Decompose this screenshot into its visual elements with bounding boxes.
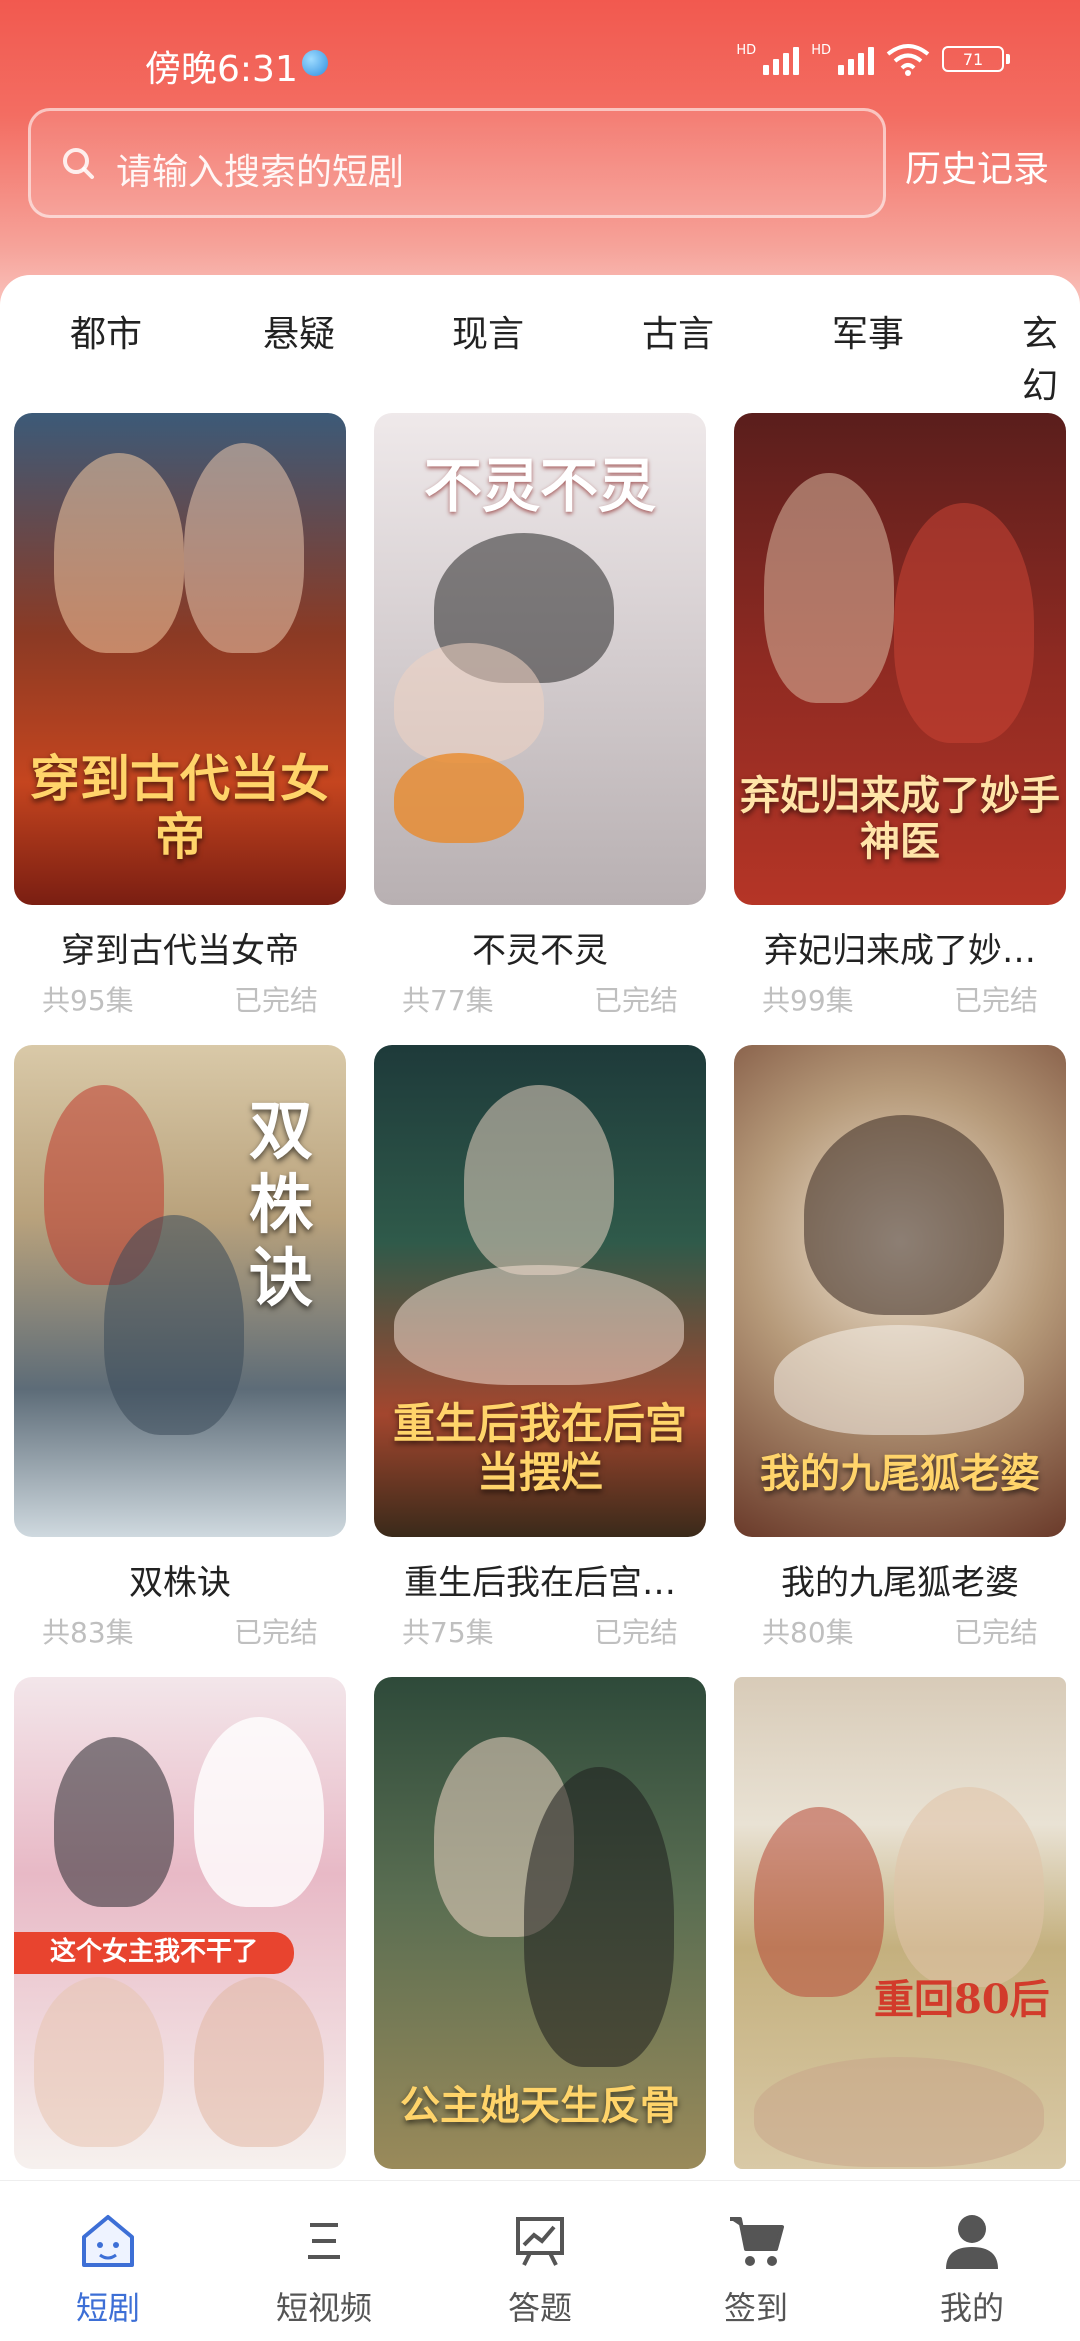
poster-title: 不灵不灵	[423, 452, 656, 520]
status-time: 傍晚6:31	[145, 49, 298, 90]
category-tabs: 都市 悬疑 现言 古言 军事 玄幻	[0, 305, 1080, 407]
nav-dati[interactable]: 答题	[460, 2211, 620, 2329]
poster-image: 我的九尾狐老婆	[734, 1045, 1066, 1537]
drama-title: 双株诀	[129, 1563, 231, 1603]
nav-label: 短视频	[275, 2289, 372, 2327]
poster-image: 双株诀	[14, 1045, 346, 1537]
drama-title: 我的九尾狐老婆	[781, 1563, 1019, 1603]
battery-icon: 71	[942, 46, 1010, 72]
signal-hd-label: HD	[736, 43, 757, 58]
episode-count: 共77集	[402, 984, 494, 1017]
drama-title: 弃妃归来成了妙…	[764, 931, 1036, 971]
poster-image: 重生后我在后宫当摆烂	[374, 1045, 706, 1537]
tab-xianyan[interactable]: 现言	[452, 305, 524, 357]
home-icon	[82, 2215, 134, 2267]
status-label: 已完结	[233, 1616, 318, 1649]
status-icons: HD HD 71	[736, 42, 1010, 76]
search-placeholder: 请输入搜索的短剧	[116, 152, 405, 193]
poster-image: 穿到古代当女帝	[14, 413, 346, 905]
poster-image: 不灵不灵	[374, 413, 706, 905]
search-input[interactable]: 请输入搜索的短剧	[28, 108, 886, 218]
tab-dushi[interactable]: 都市	[70, 305, 142, 357]
drama-title: 不灵不灵	[472, 931, 608, 971]
nav-duanshipin[interactable]: 短视频	[244, 2211, 404, 2329]
battery-level: 71	[942, 46, 1004, 72]
episode-count: 共95集	[42, 984, 134, 1017]
cart-icon	[730, 2217, 784, 2266]
status-label: 已完结	[593, 984, 678, 1017]
search-icon	[63, 148, 94, 179]
status-label: 已完结	[233, 984, 318, 1017]
tab-junshi[interactable]: 军事	[832, 305, 904, 357]
wifi-icon	[886, 44, 930, 76]
poster-title: 我的九尾狐老婆	[760, 1450, 1040, 1497]
drama-title: 重生后我在后宫…	[404, 1563, 676, 1603]
menu-icon	[308, 2223, 340, 2259]
nav-wode[interactable]: 我的	[892, 2211, 1052, 2329]
status-label: 已完结	[593, 1616, 678, 1649]
status-bar: 傍晚6:31 HD HD 71	[0, 30, 1080, 100]
poster-image: 弃妃归来成了妙手神医	[734, 413, 1066, 905]
poster-title: 重回80后	[874, 1976, 1050, 2023]
poster-image: 重回80后	[734, 1677, 1066, 2169]
episode-count: 共75集	[402, 1616, 494, 1649]
nav-duanju[interactable]: 短剧	[28, 2211, 188, 2329]
signal-icon: HD	[736, 43, 800, 75]
poster-title: 重生后我在后宫当摆烂	[392, 1399, 687, 1497]
poster-image: 公主她天生反骨	[374, 1677, 706, 2169]
episode-count: 共83集	[42, 1616, 134, 1649]
tab-xuanyi[interactable]: 悬疑	[263, 305, 335, 357]
signal-hd-label-2: HD	[811, 43, 831, 58]
poster-title: 穿到古代当女帝	[30, 749, 330, 866]
status-label: 已完结	[953, 1616, 1038, 1649]
signal-icon-2: HD	[811, 43, 874, 75]
chart-board-icon	[516, 2217, 564, 2266]
drama-title: 穿到古代当女帝	[61, 931, 299, 971]
main-content: 都市 悬疑 现言 古言 军事 玄幻 穿到古代当女帝 穿到古代当女帝 共95集 已…	[0, 275, 1080, 2175]
history-button[interactable]: 历史记录	[905, 140, 1049, 192]
poster-title: 这个女主我不干了	[14, 1932, 294, 1974]
poster-title: 双株诀	[249, 1094, 313, 1317]
nav-label: 答题	[507, 2289, 572, 2327]
nav-label: 短剧	[75, 2289, 140, 2327]
notification-dot-icon	[302, 50, 328, 76]
episode-count: 共80集	[762, 1616, 854, 1649]
tab-xuanhuan[interactable]: 玄幻	[1022, 305, 1080, 409]
episode-count: 共99集	[762, 984, 854, 1017]
nav-qiandao[interactable]: 签到	[676, 2211, 836, 2329]
poster-title: 弃妃归来成了妙手神医	[740, 772, 1060, 865]
user-icon	[946, 2215, 998, 2269]
tab-guyan[interactable]: 古言	[642, 305, 714, 357]
bottom-nav: 短剧 短视频 答题 签到 我的	[0, 2180, 1080, 2341]
poster-image: 这个女主我不干了	[14, 1677, 346, 2169]
nav-label: 我的	[939, 2289, 1004, 2327]
status-label: 已完结	[953, 984, 1038, 1017]
poster-title: 公主她天生反骨	[400, 2082, 680, 2129]
nav-label: 签到	[723, 2289, 788, 2327]
